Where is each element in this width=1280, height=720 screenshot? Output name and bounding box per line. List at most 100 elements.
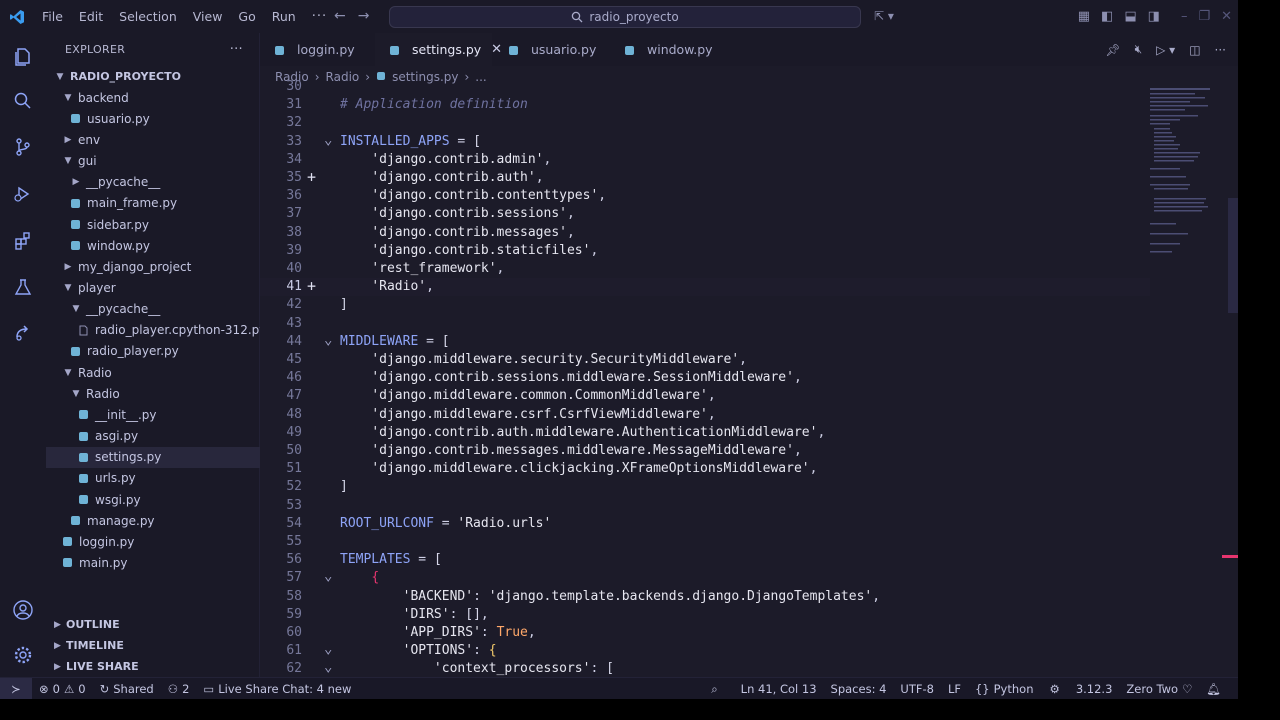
fold-chevron-icon[interactable]: ⌄ [324, 660, 332, 674]
code-line[interactable]: 61 ⌄ 'OPTIONS': { [260, 642, 1150, 660]
accounts-icon[interactable] [0, 592, 46, 628]
participants-indicator[interactable]: ⚇ 2 [161, 682, 197, 696]
toggle-panel-icon[interactable]: ⬓ [1124, 9, 1136, 24]
explorer-more-button[interactable]: ··· [230, 42, 243, 57]
copilot-status-icon[interactable]: ⚙ [1041, 682, 1069, 696]
file-tree-item[interactable]: main.py [46, 552, 260, 573]
code-line[interactable]: 55 [260, 533, 1150, 551]
end-of-line[interactable]: LF [941, 682, 968, 696]
cursor-position[interactable]: Ln 41, Col 13 [734, 682, 824, 696]
folder-tree-item[interactable]: ▼ player [46, 278, 260, 299]
code-line[interactable]: 34 'django.contrib.admin', [260, 151, 1150, 169]
menu-go[interactable]: Go [230, 9, 263, 24]
menu-selection[interactable]: Selection [111, 9, 185, 24]
menu-view[interactable]: View [185, 9, 231, 24]
folder-tree-item[interactable]: ▶ __pycache__ [46, 172, 260, 193]
file-tree-item[interactable]: __init__.py [46, 404, 260, 425]
code-line[interactable]: 49 'django.contrib.auth.middleware.Authe… [260, 424, 1150, 442]
folder-tree-item[interactable]: ▼ backend [46, 87, 260, 108]
code-line[interactable]: 56 TEMPLATES = [ [260, 551, 1150, 569]
minimap-slider[interactable] [1228, 198, 1238, 313]
folder-tree-item[interactable]: ▼ __pycache__ [46, 299, 260, 320]
source-control-icon[interactable] [0, 129, 46, 165]
run-debug-icon[interactable] [0, 176, 46, 212]
code-line[interactable]: 45 'django.middleware.security.SecurityM… [260, 351, 1150, 369]
file-tree-item[interactable]: loggin.py [46, 531, 260, 552]
toggle-secondary-sidebar-icon[interactable]: ◨ [1148, 9, 1160, 24]
code-line[interactable]: 48 'django.middleware.csrf.CsrfViewMiddl… [260, 406, 1150, 424]
code-editor[interactable]: 30 31 # Application definition 32 33 ⌄ INSTALL… [260, 79, 1150, 677]
outline-section[interactable]: ▶ OUTLINE [46, 614, 260, 635]
code-line[interactable]: 44 ⌄ MIDDLEWARE = [ [260, 333, 1150, 351]
tab-settings[interactable]: settings.py ✕ [375, 33, 502, 66]
code-line[interactable]: 46 'django.contrib.sessions.middleware.S… [260, 369, 1150, 387]
code-line[interactable]: 30 [260, 78, 1150, 96]
indentation[interactable]: Spaces: 4 [824, 682, 894, 696]
fold-chevron-icon[interactable]: ⌄ [324, 642, 332, 656]
fold-chevron-icon[interactable]: ⌄ [324, 333, 332, 347]
code-line[interactable]: 35 + 'django.contrib.auth', [260, 169, 1150, 187]
add-comment-icon[interactable]: + [307, 278, 316, 295]
folder-tree-item[interactable]: ▶ my_django_project [46, 256, 260, 277]
live-share-chat[interactable]: ▭ Live Share Chat: 4 new [196, 682, 358, 696]
code-line[interactable]: 31 # Application definition [260, 96, 1150, 114]
search-icon[interactable] [0, 83, 46, 119]
menu-edit[interactable]: Edit [71, 9, 111, 24]
tab-usuario[interactable]: usuario.py [492, 33, 608, 66]
file-tree-item[interactable]: radio_player.cpython-312.pyc [46, 320, 273, 341]
problems-indicator[interactable]: ⊗ 0 ⚠ 0 [32, 682, 93, 696]
code-line[interactable]: 50 'django.contrib.messages.middleware.M… [260, 442, 1150, 460]
tab-window[interactable]: window.py [608, 33, 729, 66]
timeline-section[interactable]: ▶ TIMELINE [46, 635, 260, 656]
folder-tree-item[interactable]: ▼ gui [46, 151, 260, 172]
add-comment-icon[interactable]: + [307, 169, 316, 186]
settings-gear-icon[interactable] [0, 637, 46, 673]
notifications-bell-icon[interactable]: 🔔︎ [1199, 682, 1228, 696]
menu-run[interactable]: Run [264, 9, 304, 24]
code-line[interactable]: 32 [260, 114, 1150, 132]
menu-file[interactable]: File [34, 9, 71, 24]
minimize-icon[interactable]: – [1181, 9, 1188, 24]
file-tree-item[interactable]: window.py [46, 235, 260, 256]
python-version[interactable]: 3.12.3 [1069, 682, 1120, 696]
fold-chevron-icon[interactable]: ⌄ [324, 133, 332, 147]
minimap[interactable] [1150, 88, 1238, 677]
toggle-sidebar-icon[interactable]: ◧ [1101, 9, 1113, 24]
file-tree-item[interactable]: manage.py [46, 510, 260, 531]
code-line[interactable]: 47 'django.middleware.common.CommonMiddl… [260, 387, 1150, 405]
command-center-search[interactable]: radio_proyecto [389, 6, 861, 28]
split-editor-icon[interactable]: ◫ [1189, 43, 1200, 57]
code-line[interactable]: 40 'rest_framework', [260, 260, 1150, 278]
encoding[interactable]: UTF-8 [893, 682, 941, 696]
file-tree-item[interactable]: sidebar.py [46, 214, 260, 235]
fold-chevron-icon[interactable]: ⌄ [324, 569, 332, 583]
file-tree-item[interactable]: radio_player.py [46, 341, 260, 362]
customize-layout-icon[interactable]: ▦ [1078, 9, 1090, 24]
code-line[interactable]: 57 ⌄ { [260, 569, 1150, 587]
extensions-icon[interactable] [0, 223, 46, 259]
code-line[interactable]: 59 'DIRS': [], [260, 606, 1150, 624]
remote-indicator[interactable]: ≻ [0, 677, 32, 699]
close-window-icon[interactable]: ✕ [1221, 9, 1232, 24]
live-share-icon[interactable] [0, 315, 46, 351]
code-line[interactable]: 53 [260, 497, 1150, 515]
code-line[interactable]: 52] [260, 478, 1150, 496]
theme-indicator[interactable]: Zero Two ♡ [1119, 682, 1199, 696]
code-line[interactable]: 58 'BACKEND': 'django.template.backends.… [260, 588, 1150, 606]
code-line[interactable]: 43 [260, 315, 1150, 333]
explorer-icon[interactable] [0, 39, 46, 75]
menu-more-button[interactable]: ··· [304, 9, 335, 24]
file-tree-item[interactable]: asgi.py [46, 426, 260, 447]
forward-arrow-icon[interactable]: → [358, 8, 370, 24]
code-line[interactable]: 41 + 'Radio', [260, 278, 1150, 297]
pin-icon[interactable]: 📌︎ [1105, 43, 1120, 57]
zoom-icon[interactable]: ⌕ [704, 682, 733, 697]
folder-tree-item[interactable]: ▼ RADIO_PROYECTO [46, 66, 260, 87]
code-line[interactable]: 60 'APP_DIRS': True, [260, 624, 1150, 642]
code-line[interactable]: 37 'django.contrib.sessions', [260, 205, 1150, 223]
folder-tree-item[interactable]: ▶ env [46, 129, 260, 150]
folder-tree-item[interactable]: ▼ Radio [46, 383, 260, 404]
vscode-logo-icon[interactable] [0, 0, 34, 33]
file-tree-item[interactable]: settings.py [46, 446, 260, 468]
mute-icon[interactable]: 🔇︎ [1135, 42, 1143, 57]
